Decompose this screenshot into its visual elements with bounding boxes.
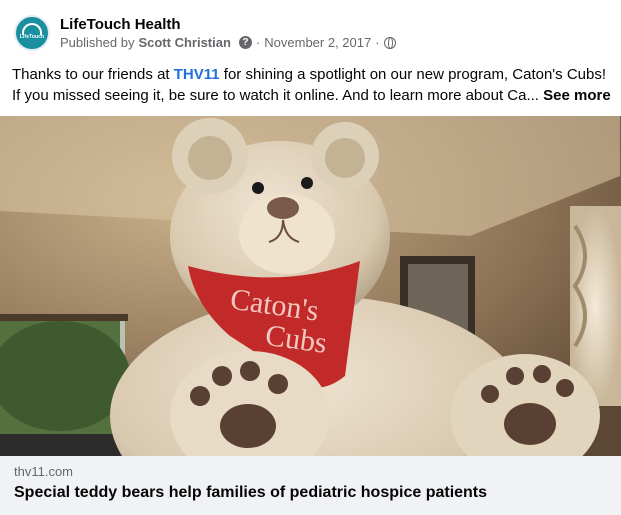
page-avatar[interactable]: LifeTouch <box>14 15 50 51</box>
header-text: LifeTouch Health Published by Scott Chri… <box>60 15 396 52</box>
avatar-text: LifeTouch <box>19 34 45 40</box>
globe-icon[interactable] <box>383 36 396 49</box>
separator-dot: · <box>255 34 261 50</box>
post-text: Thanks to our friends at THV11 for shini… <box>12 64 612 106</box>
link-image[interactable]: Caton's Cubs <box>0 116 621 456</box>
link-preview-footer[interactable]: thv11.com Special teddy bears help famil… <box>0 456 621 515</box>
link-title[interactable]: Special teddy bears help families of ped… <box>14 484 487 502</box>
publisher-name[interactable]: Scott Christian <box>138 34 230 52</box>
post-text-part: Thanks to our friends at <box>12 66 174 83</box>
see-more-link[interactable]: See more <box>543 87 611 104</box>
teddy-bear-photo: Caton's Cubs <box>0 116 621 456</box>
separator-dot: · <box>375 34 380 50</box>
post-card: LifeTouch LifeTouch Health Published by … <box>0 0 621 515</box>
page-name-link[interactable]: LifeTouch Health <box>60 15 396 34</box>
published-by-label: Published by <box>60 34 135 50</box>
tagged-page-link[interactable]: THV11 <box>174 66 220 83</box>
post-meta: Published by Scott Christian ? · Novembe… <box>60 34 396 52</box>
question-icon[interactable]: ? <box>238 36 252 49</box>
post-date[interactable]: November 2, 2017 <box>264 34 371 52</box>
post-header: LifeTouch LifeTouch Health Published by … <box>14 12 396 54</box>
link-domain: thv11.com <box>14 464 74 479</box>
